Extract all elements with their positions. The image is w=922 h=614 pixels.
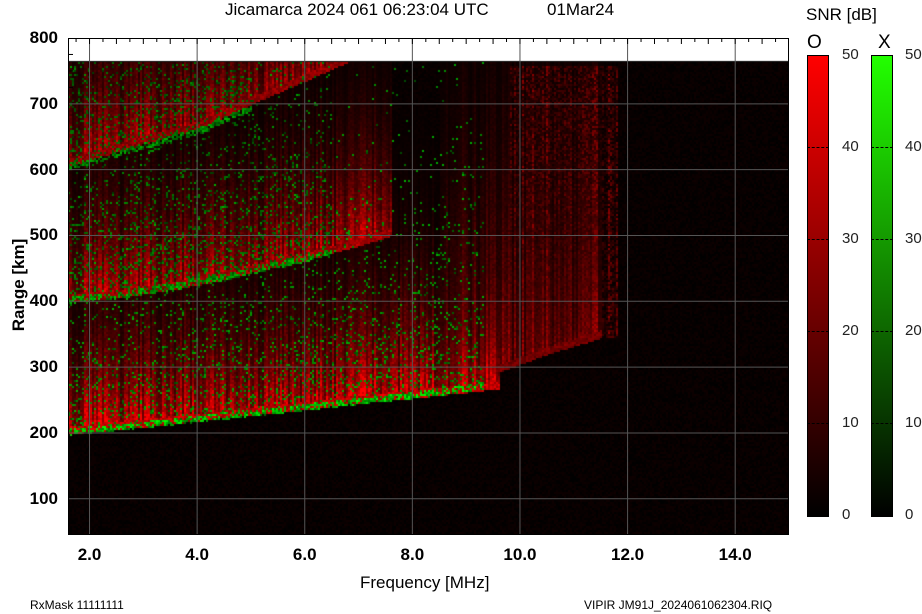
colorbar-tick-mark [807, 239, 829, 240]
colorbar-tick-label: 40 [842, 138, 859, 155]
x-tick-label: 14.0 [718, 545, 752, 564]
y-tick-label: 300 [29, 357, 58, 377]
plot-frame [68, 38, 789, 535]
rxmask-label: RxMask 11111111 [30, 598, 124, 612]
colorbar-tick-mark [871, 147, 893, 148]
colorbar-tick-label: 50 [905, 46, 922, 63]
title-date: 01Mar24 [547, 0, 615, 19]
colorbar-tick-mark [871, 331, 893, 332]
colorbar-tick-label: 20 [905, 322, 922, 339]
y-tick-label: 600 [29, 159, 58, 179]
colorbar-tick-label: 10 [905, 414, 922, 431]
colorbar-tick-label: 30 [842, 230, 859, 247]
x-tick-label: 10.0 [503, 545, 537, 564]
colorbar-tick-mark [871, 239, 893, 240]
y-tick-label: 400 [29, 291, 58, 311]
colorbar-tick-label: 40 [905, 138, 922, 155]
y-tick-label: 700 [29, 93, 58, 113]
x-tick-label: 6.0 [292, 545, 317, 564]
y-tick-label: 200 [29, 422, 58, 442]
colorbar-tick-label: 0 [905, 506, 914, 523]
x-tick-label: 2.0 [77, 545, 102, 564]
file-name-label: VIPIR JM91J_2024061062304.RIQ [584, 598, 773, 612]
colorbar-tick-label: 50 [842, 46, 859, 63]
colorbar-title: SNR [dB] [806, 5, 877, 24]
ionogram-plot [68, 38, 789, 535]
colorbar-tick-mark [807, 331, 829, 332]
y-tick-label: 800 [29, 28, 58, 47]
colorbar-tick-mark [807, 147, 829, 148]
title-station-time: Jicamarca 2024 061 06:23:04 UTC [225, 0, 489, 19]
colorbar-tick-label: 10 [842, 414, 859, 431]
y-tick-label: 500 [29, 225, 58, 245]
colorbar-x-label: X [878, 32, 891, 53]
colorbar-tick-label: 20 [842, 322, 859, 339]
colorbar-o-label: O [807, 32, 822, 53]
plot-grid [68, 38, 789, 535]
colorbar-tick-label: 0 [842, 506, 851, 523]
x-tick-label: 8.0 [400, 545, 425, 564]
y-axis-label: Range [km] [9, 238, 28, 332]
colorbar-tick-mark [807, 423, 829, 424]
colorbar-o-mode [807, 55, 829, 517]
x-axis-label: Frequency [MHz] [360, 573, 490, 592]
x-tick-label: 12.0 [611, 545, 645, 564]
colorbar-tick-mark [871, 423, 893, 424]
colorbar-x-mode [871, 55, 893, 517]
x-tick-label: 4.0 [185, 545, 209, 564]
y-tick-label: 100 [29, 488, 58, 508]
colorbar-tick-label: 30 [905, 230, 922, 247]
